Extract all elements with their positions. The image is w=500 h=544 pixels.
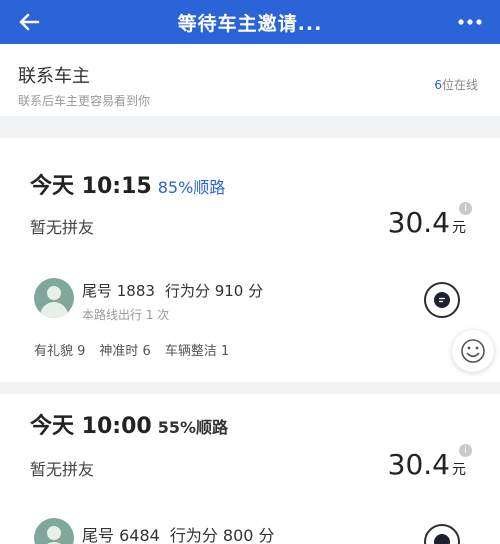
offer-card[interactable]: 今天 10:00 55%顺路 暂无拼友 30.4 元 i 尾号 6484 行为分 80… (0, 394, 500, 544)
driver-tags: 有礼貌 9 神准时 6 车辆整洁 1 (34, 340, 229, 359)
more-button[interactable] (450, 6, 490, 38)
more-dots-icon (458, 19, 482, 25)
section-divider (0, 382, 500, 394)
contact-title: 联系车主 (18, 66, 90, 87)
online-count-number: 6 (434, 78, 442, 92)
chat-icon (434, 292, 450, 308)
driver-tail-number: 尾号 1883 (82, 282, 155, 300)
online-count: 6位在线 (434, 76, 478, 93)
avatar (34, 278, 74, 318)
page-title: 等待车主邀请... (177, 13, 323, 35)
price-value: 30.4 (387, 448, 450, 481)
tag-punctual: 神准时 6 (99, 344, 151, 359)
info-icon[interactable]: i (459, 202, 472, 215)
route-match: 85%顺路 (157, 178, 226, 197)
avatar (34, 518, 74, 544)
driver-score: 行为分 800 分 (169, 526, 275, 544)
offer-card[interactable]: 今天 10:15 85%顺路 暂无拼友 30.4 元 i 尾号 1883 行为分 91… (0, 138, 500, 382)
carpool-status: 暂无拼友 (30, 218, 95, 237)
price: 30.4 元 (388, 206, 466, 239)
tag-polite: 有礼貌 9 (34, 344, 86, 359)
top-bar: 等待车主邀请... (0, 0, 500, 44)
price-unit: 元 (452, 462, 466, 478)
chat-button[interactable] (424, 282, 460, 318)
carpool-status: 暂无拼友 (30, 460, 95, 479)
feedback-button[interactable] (452, 330, 494, 372)
driver-trips: 本路线出行 1 次 (82, 308, 170, 322)
price: 30.4 元 (388, 448, 466, 481)
driver-score: 行为分 910 分 (164, 282, 264, 300)
driver-tail-number: 尾号 6484 (82, 526, 160, 544)
driver-info: 尾号 6484 行为分 800 分 (82, 522, 275, 544)
contact-subtitle: 联系后车主更容易看到你 (18, 94, 151, 108)
chat-button[interactable] (424, 524, 460, 544)
route-match: 55%顺路 (157, 418, 229, 437)
section-divider (0, 116, 500, 138)
price-unit: 元 (452, 220, 466, 236)
offer-time: 今天 10:15 (30, 174, 152, 199)
offer-time-row: 今天 10:15 85%顺路 (30, 168, 225, 200)
price-value: 30.4 (387, 206, 450, 239)
chat-icon (434, 534, 450, 544)
contact-driver-section[interactable]: 联系车主 联系后车主更容易看到你 6位在线 (0, 44, 500, 116)
online-count-suffix: 位在线 (441, 78, 478, 92)
smile-icon (461, 339, 485, 363)
driver-info: 尾号 1883 行为分 910 分 (82, 280, 263, 301)
tag-clean-car: 车辆整洁 1 (164, 344, 230, 359)
offer-time-row: 今天 10:00 55%顺路 (30, 408, 228, 440)
offer-time: 今天 10:00 (30, 414, 152, 439)
info-icon[interactable]: i (459, 444, 472, 457)
